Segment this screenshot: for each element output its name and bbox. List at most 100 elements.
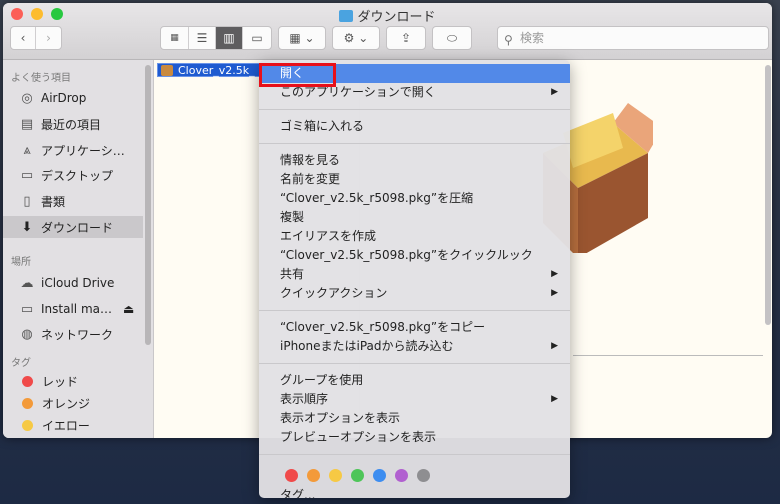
menu-item-label: 表示順序 — [280, 392, 329, 406]
sidebar-tag-yellow[interactable]: イエロー — [3, 415, 143, 435]
sidebar-item-label: iCloud Drive — [41, 276, 115, 290]
titlebar: ダウンロード ‹ › ▦ ☰ ▥ ▭ ▦ ⌄ ⚙ ⌄ ⇪ ⬭ ⚲ 検索 — [3, 3, 772, 60]
menu-item-move-to-trash[interactable]: ゴミ箱に入れる — [259, 117, 570, 136]
airdrop-icon: ◎ — [21, 90, 33, 106]
group-button[interactable]: ▦ ⌄ — [278, 26, 326, 50]
orange-tag-dot-icon — [22, 397, 33, 409]
menu-separator — [259, 143, 570, 144]
sidebar-item-label: オレンジ — [42, 396, 91, 411]
menu-item-rename[interactable]: 名前を変更 — [259, 170, 570, 189]
action-gear-button[interactable]: ⚙ ⌄ — [332, 26, 380, 50]
red-tag-dot-icon — [22, 375, 33, 387]
network-icon: ◍ — [21, 326, 33, 342]
menu-item-show-preview-options[interactable]: プレビューオプションを表示 — [259, 428, 570, 447]
sidebar-item-desktop[interactable]: ▭ デスクトップ — [3, 164, 143, 186]
submenu-arrow-icon: ▶ — [551, 341, 558, 351]
tag-green-button[interactable] — [351, 469, 364, 482]
search-input[interactable]: ⚲ 検索 — [497, 26, 769, 50]
tag-yellow-button[interactable] — [329, 469, 342, 482]
sidebar-tag-orange[interactable]: オレンジ — [3, 393, 143, 413]
sidebar-item-label: レッド — [42, 374, 79, 389]
divider — [573, 355, 763, 356]
sidebar-item-install-disk[interactable]: ▭ Install ma… ⏏ — [3, 298, 143, 320]
menu-item-use-groups[interactable]: グループを使用 — [259, 371, 570, 390]
locations-header: 場所 — [11, 257, 31, 268]
menu-item-duplicate[interactable]: 複製 — [259, 208, 570, 227]
sidebar-item-label: 書類 — [41, 194, 66, 209]
menu-item-quick-look[interactable]: “Clover_v2.5k_r5098.pkg”をクイックルック — [259, 246, 570, 265]
list-view-button[interactable]: ☰ — [189, 27, 216, 49]
sidebar-item-applications[interactable]: ⩓ アプリケーシ… — [3, 139, 143, 161]
preview-scrollbar[interactable] — [765, 65, 771, 325]
package-icon — [161, 65, 173, 76]
view-mode-group: ▦ ☰ ▥ ▭ — [160, 26, 272, 50]
sidebar-item-label: Install ma… — [41, 302, 112, 316]
sidebar-scrollbar[interactable] — [145, 65, 151, 345]
icon-view-button[interactable]: ▦ — [161, 27, 189, 49]
menu-item-label: このアプリケーションで開く — [280, 85, 436, 99]
tag-red-button[interactable] — [285, 469, 298, 482]
sidebar-item-label: ダウンロード — [41, 220, 114, 235]
menu-item-sort-by[interactable]: 表示順序 ▶ — [259, 390, 570, 409]
menu-separator — [259, 310, 570, 311]
tags-header: タグ — [11, 358, 31, 369]
submenu-arrow-icon: ▶ — [551, 269, 558, 279]
search-placeholder: 検索 — [520, 31, 545, 45]
sidebar-item-recents[interactable]: ▤ 最近の項目 — [3, 113, 143, 135]
sidebar-item-documents[interactable]: ▯ 書類 — [3, 190, 143, 212]
back-button[interactable]: ‹ — [11, 27, 37, 49]
tag-color-row — [259, 462, 570, 486]
cloud-icon: ☁ — [20, 275, 34, 291]
submenu-arrow-icon: ▶ — [551, 87, 558, 97]
column-view-button[interactable]: ▥ — [216, 27, 243, 49]
sidebar-item-downloads[interactable]: ⬇ ダウンロード — [3, 216, 143, 238]
sidebar: よく使う項目 ◎ AirDrop ▤ 最近の項目 ⩓ アプリケーシ… ▭ デスクトップ … — [3, 60, 154, 438]
menu-item-compress[interactable]: “Clover_v2.5k_r5098.pkg”を圧縮 — [259, 189, 570, 208]
submenu-arrow-icon: ▶ — [551, 394, 558, 404]
sidebar-item-network[interactable]: ◍ ネットワーク — [3, 323, 143, 345]
sidebar-item-icloud[interactable]: ☁ iCloud Drive — [3, 272, 143, 294]
applications-icon: ⩓ — [23, 142, 31, 158]
menu-separator — [259, 109, 570, 110]
sidebar-item-label: イエロー — [42, 418, 90, 433]
menu-item-label: 共有 — [280, 267, 305, 281]
window-title: ダウンロード — [3, 6, 772, 25]
context-menu: 開く このアプリケーションで開く ▶ ゴミ箱に入れる 情報を見る 名前を変更 “C… — [259, 60, 570, 498]
eject-icon[interactable]: ⏏ — [123, 302, 134, 316]
favorites-header: よく使う項目 — [11, 73, 71, 84]
menu-item-copy[interactable]: “Clover_v2.5k_r5098.pkg”をコピー — [259, 318, 570, 337]
tag-orange-button[interactable] — [307, 469, 320, 482]
menu-item-label: iPhoneまたはiPadから読み込む — [280, 339, 454, 353]
yellow-tag-dot-icon — [22, 419, 33, 431]
share-button[interactable]: ⇪ — [386, 26, 426, 50]
menu-item-label: クイックアクション — [280, 286, 388, 300]
menu-item-show-view-options[interactable]: 表示オプションを表示 — [259, 409, 570, 428]
downloads-folder-icon — [339, 10, 354, 22]
menu-item-quick-actions[interactable]: クイックアクション ▶ — [259, 284, 570, 303]
sidebar-item-label: ネットワーク — [41, 327, 114, 342]
tag-button[interactable]: ⬭ — [432, 26, 472, 50]
sidebar-item-label: AirDrop — [41, 91, 87, 105]
sidebar-tag-red[interactable]: レッド — [3, 371, 143, 391]
sidebar-item-label: アプリケーシ… — [41, 143, 125, 158]
menu-item-import-from-iphone[interactable]: iPhoneまたはiPadから読み込む ▶ — [259, 337, 570, 356]
submenu-arrow-icon: ▶ — [551, 288, 558, 298]
documents-icon: ▯ — [23, 193, 31, 209]
menu-separator — [259, 363, 570, 364]
desktop-icon: ▭ — [20, 167, 34, 183]
menu-item-get-info[interactable]: 情報を見る — [259, 151, 570, 170]
menu-item-make-alias[interactable]: エイリアスを作成 — [259, 227, 570, 246]
menu-item-tags[interactable]: タグ... — [259, 486, 570, 498]
tag-gray-button[interactable] — [417, 469, 430, 482]
file-name: Clover_v2.5k_ — [178, 64, 255, 77]
tag-purple-button[interactable] — [395, 469, 408, 482]
tag-blue-button[interactable] — [373, 469, 386, 482]
menu-item-share[interactable]: 共有 ▶ — [259, 265, 570, 284]
forward-button[interactable]: › — [36, 27, 61, 49]
sidebar-item-airdrop[interactable]: ◎ AirDrop — [3, 87, 143, 109]
downloads-icon: ⬇ — [21, 219, 33, 235]
gallery-view-button[interactable]: ▭ — [243, 27, 271, 49]
sidebar-item-label: デスクトップ — [41, 168, 114, 183]
recents-icon: ▤ — [20, 116, 34, 132]
search-icon: ⚲ — [504, 33, 513, 47]
